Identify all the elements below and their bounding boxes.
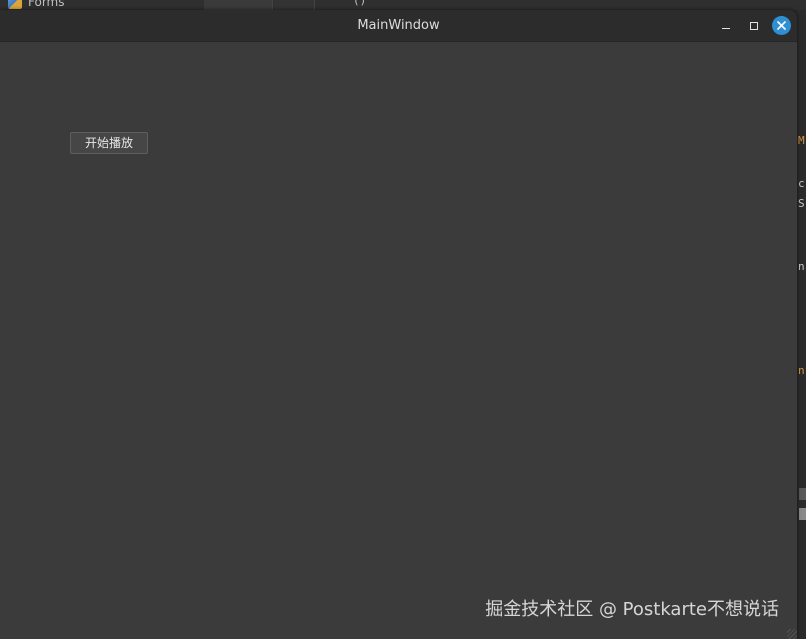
start-play-button[interactable]: 开始播放 — [70, 132, 148, 154]
background-tab — [204, 0, 273, 10]
background-forms-tab: Forms — [8, 0, 64, 9]
background-code-glyph: c — [798, 177, 805, 190]
background-forms-label: Forms — [28, 0, 65, 9]
window-titlebar[interactable]: MainWindow — [0, 10, 797, 42]
minimize-icon — [721, 28, 730, 29]
minimize-button[interactable] — [716, 16, 735, 35]
watermark-text: 掘金技术社区 @ Postkarte不想说话 — [485, 599, 779, 620]
close-button[interactable] — [772, 16, 791, 35]
background-ide-header: Forms () — [0, 0, 806, 10]
maximize-icon — [749, 21, 758, 30]
background-tab — [274, 0, 315, 10]
background-code-glyph: n — [798, 364, 805, 377]
maximize-button[interactable] — [744, 16, 763, 35]
resize-grip[interactable] — [787, 629, 797, 639]
main-window: MainWindow 开始播放 掘金技术社区 @ Postkarte不想说话 — [0, 10, 797, 639]
background-scrollbar-thumb — [799, 508, 806, 520]
background-code-glyph: S — [798, 197, 805, 210]
background-scrollbar — [799, 488, 806, 500]
window-content: 开始播放 — [0, 42, 797, 639]
background-code-glyph: n — [798, 260, 805, 273]
close-icon — [777, 21, 786, 30]
background-editor-strip — [796, 10, 806, 639]
background-paren-text: () — [353, 0, 367, 7]
background-code-glyph: M — [798, 134, 805, 147]
forms-icon — [8, 0, 22, 9]
window-title: MainWindow — [357, 18, 440, 33]
